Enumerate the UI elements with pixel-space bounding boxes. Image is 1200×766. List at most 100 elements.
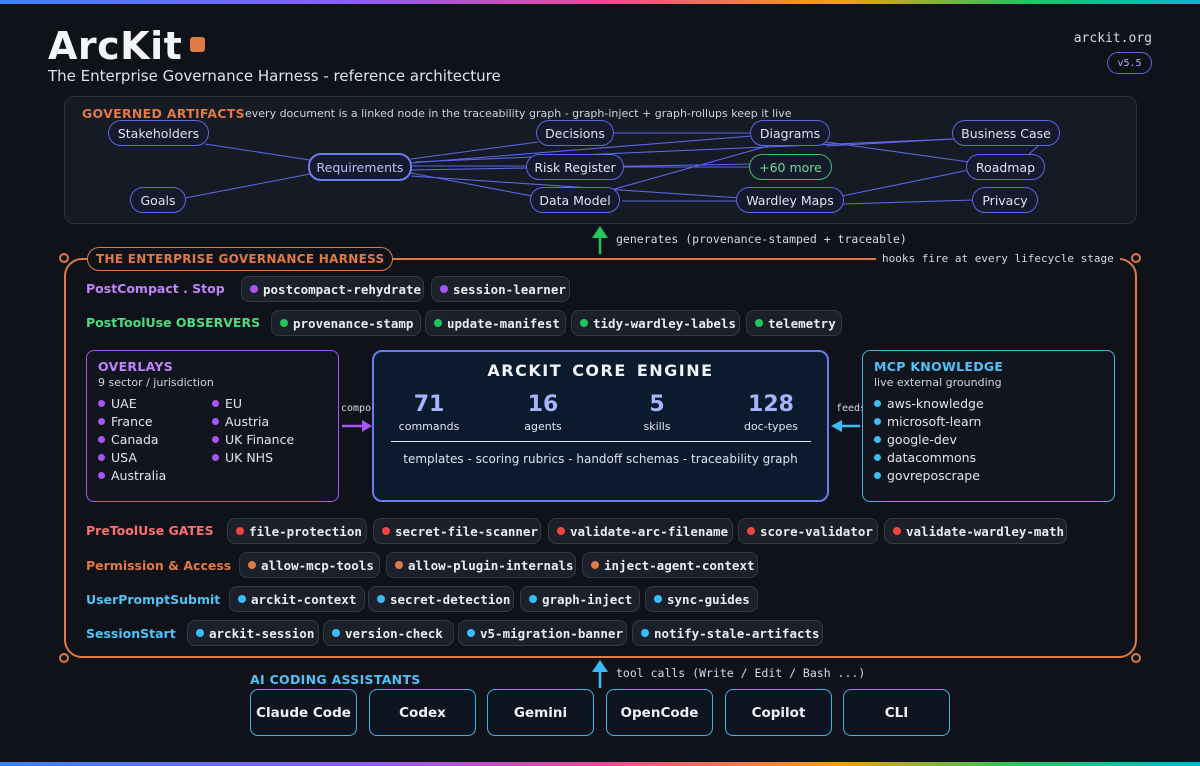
chip-sync-guides[interactable]: sync-guides xyxy=(645,586,758,612)
bullet-dot-icon xyxy=(98,418,105,425)
assistant-gemini[interactable]: Gemini xyxy=(487,689,594,736)
status-dot-icon xyxy=(196,629,204,637)
status-dot-icon xyxy=(893,527,901,535)
status-dot-icon xyxy=(654,595,662,603)
mcp-item[interactable]: microsoft-learn xyxy=(874,414,981,429)
bullet-dot-icon xyxy=(212,418,219,425)
assistant-cli[interactable]: CLI xyxy=(843,689,950,736)
stat-doctypes-value: 128 xyxy=(748,392,794,417)
overlay-item[interactable]: Austria xyxy=(212,414,269,429)
bullet-dot-icon xyxy=(212,454,219,461)
node-stakeholders[interactable]: Stakeholders xyxy=(108,120,209,146)
harness-label: THE ENTERPRISE GOVERNANCE HARNESS xyxy=(87,247,394,271)
overlay-item[interactable]: Australia xyxy=(98,468,166,483)
chip-telemetry[interactable]: telemetry xyxy=(746,310,842,336)
node-risk-register[interactable]: Risk Register xyxy=(526,154,624,180)
bullet-dot-icon xyxy=(874,436,881,443)
stat-skills-label: skills xyxy=(643,420,671,433)
mcp-item[interactable]: google-dev xyxy=(874,432,957,447)
stat-agents-label: agents xyxy=(524,420,562,433)
chip-v5-migration-banner[interactable]: v5-migration-banner xyxy=(458,620,627,646)
stat-skills-value: 5 xyxy=(649,392,665,417)
bullet-dot-icon xyxy=(98,400,105,407)
status-dot-icon xyxy=(332,629,340,637)
status-dot-icon xyxy=(248,561,256,569)
node-privacy[interactable]: Privacy xyxy=(972,187,1038,213)
node-roadmap[interactable]: Roadmap xyxy=(966,154,1045,180)
mcp-item[interactable]: govreposcrape xyxy=(874,468,980,483)
chip-provenance-stamp[interactable]: provenance-stamp xyxy=(271,310,421,336)
bullet-dot-icon xyxy=(98,436,105,443)
node-wardley-maps[interactable]: Wardley Maps xyxy=(736,187,844,213)
row-label-posttooluse: PostToolUse OBSERVERS xyxy=(86,315,261,330)
chip-secret-file-scanner[interactable]: secret-file-scanner xyxy=(373,518,541,544)
bullet-dot-icon xyxy=(98,454,105,461)
node-decisions[interactable]: Decisions xyxy=(536,120,614,146)
corner-circle-icon xyxy=(59,253,69,263)
chip-score-validator[interactable]: score-validator xyxy=(738,518,878,544)
core-engine-title: ARCKIT CORE ENGINE xyxy=(487,361,714,380)
overlay-item[interactable]: UAE xyxy=(98,396,137,411)
chip-validate-arc-filename[interactable]: validate-arc-filename xyxy=(548,518,733,544)
assistants-title: AI CODING ASSISTANTS xyxy=(250,672,421,687)
status-dot-icon xyxy=(747,527,755,535)
corner-circle-icon xyxy=(1131,253,1141,263)
chip-inject-agent-context[interactable]: inject-agent-context xyxy=(582,552,758,578)
chip-notify-stale-artifacts[interactable]: notify-stale-artifacts xyxy=(632,620,823,646)
generates-arrow xyxy=(592,226,608,254)
assistant-opencode[interactable]: OpenCode xyxy=(606,689,713,736)
mcp-item[interactable]: datacommons xyxy=(874,450,976,465)
chip-update-manifest[interactable]: update-manifest xyxy=(425,310,566,336)
status-dot-icon xyxy=(580,319,588,327)
chip-graph-inject[interactable]: graph-inject xyxy=(520,586,640,612)
overlay-item[interactable]: France xyxy=(98,414,153,429)
mcp-title: MCP KNOWLEDGE xyxy=(874,359,1004,374)
chip-allow-plugin-internals[interactable]: allow-plugin-internals xyxy=(386,552,576,578)
overlay-item[interactable]: USA xyxy=(98,450,137,465)
overlays-title: OVERLAYS xyxy=(98,359,174,374)
status-dot-icon xyxy=(755,319,763,327)
chip-postcompact-rehydrate[interactable]: postcompact-rehydrate xyxy=(241,276,424,302)
chip-version-check[interactable]: version-check xyxy=(323,620,454,646)
assistant-codex[interactable]: Codex xyxy=(369,689,476,736)
node-diagrams[interactable]: Diagrams xyxy=(750,120,830,146)
status-dot-icon xyxy=(529,595,537,603)
status-dot-icon xyxy=(641,629,649,637)
mcp-subtitle: live external grounding xyxy=(874,376,1002,389)
overlay-item[interactable]: Canada xyxy=(98,432,159,447)
chip-arckit-context[interactable]: arckit-context xyxy=(229,586,365,612)
row-label-userpromptsubmit: UserPromptSubmit xyxy=(86,592,221,607)
tool-calls-label: tool calls (Write / Edit / Bash ...) xyxy=(616,666,866,680)
status-dot-icon xyxy=(557,527,565,535)
bullet-dot-icon xyxy=(874,418,881,425)
stat-agents-value: 16 xyxy=(527,392,559,417)
chip-secret-detection[interactable]: secret-detection xyxy=(368,586,514,612)
chip-arckit-session[interactable]: arckit-session xyxy=(187,620,319,646)
core-divider xyxy=(391,441,811,442)
bullet-dot-icon xyxy=(212,436,219,443)
node-more[interactable]: +60 more xyxy=(749,154,832,180)
node-requirements[interactable]: Requirements xyxy=(308,153,412,181)
tool-calls-arrow xyxy=(592,660,608,688)
assistant-copilot[interactable]: Copilot xyxy=(725,689,832,736)
corner-circle-icon xyxy=(1131,653,1141,663)
node-goals[interactable]: Goals xyxy=(130,187,186,213)
generates-label: generates (provenance-stamped + traceabl… xyxy=(616,232,907,246)
node-business-case[interactable]: Business Case xyxy=(952,120,1060,146)
bullet-dot-icon xyxy=(874,472,881,479)
chip-file-protection[interactable]: file-protection xyxy=(227,518,367,544)
overlay-item[interactable]: UK Finance xyxy=(212,432,294,447)
overlay-item[interactable]: EU xyxy=(212,396,242,411)
assistant-claude-code[interactable]: Claude Code xyxy=(250,689,357,736)
row-label-postcompact: PostCompact . Stop xyxy=(86,281,225,296)
chip-session-learner[interactable]: session-learner xyxy=(431,276,570,302)
status-dot-icon xyxy=(377,595,385,603)
mcp-item[interactable]: aws-knowledge xyxy=(874,396,984,411)
chip-tidy-wardley-labels[interactable]: tidy-wardley-labels xyxy=(571,310,740,336)
chip-allow-mcp-tools[interactable]: allow-mcp-tools xyxy=(239,552,380,578)
bullet-dot-icon xyxy=(212,400,219,407)
node-data-model[interactable]: Data Model xyxy=(530,187,620,213)
overlay-item[interactable]: UK NHS xyxy=(212,450,273,465)
corner-circle-icon xyxy=(59,653,69,663)
chip-validate-wardley-math[interactable]: validate-wardley-math xyxy=(884,518,1067,544)
